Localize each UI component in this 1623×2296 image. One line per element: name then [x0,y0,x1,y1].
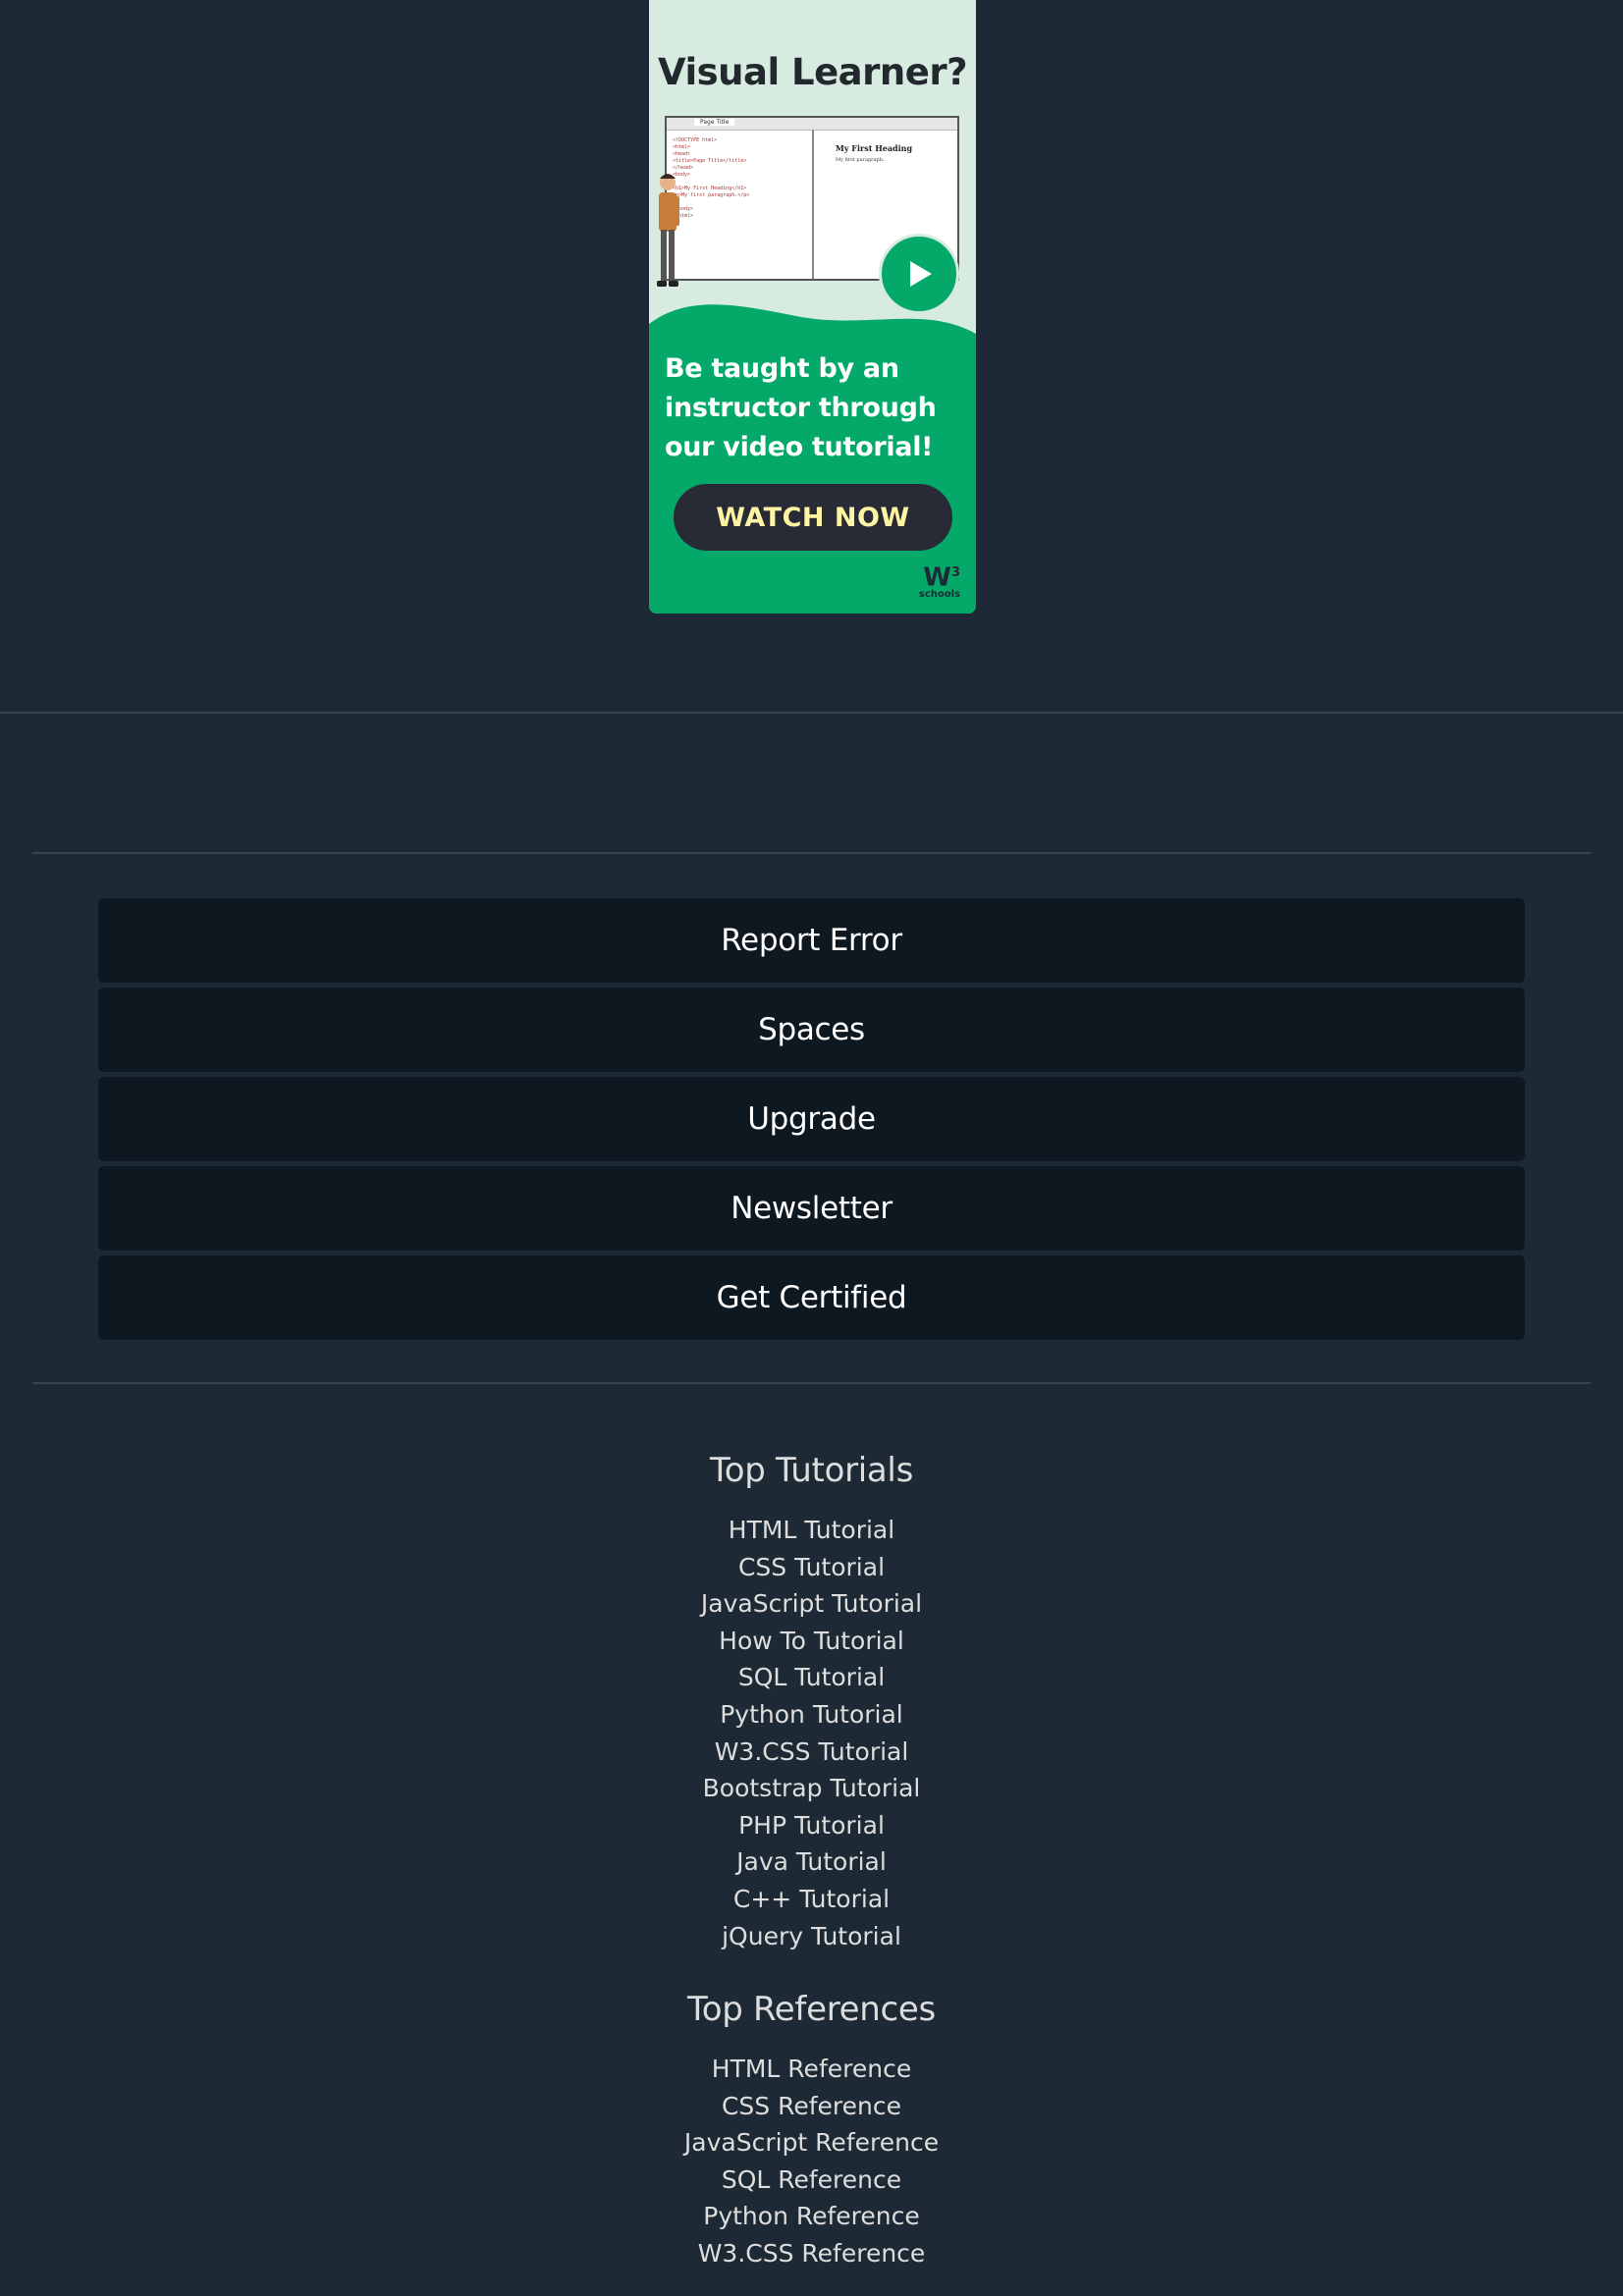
divider [32,1382,1591,1384]
reference-link[interactable]: W3.CSS Reference [0,2235,1623,2272]
tutorial-link[interactable]: Bootstrap Tutorial [0,1770,1623,1807]
play-triangle-icon [910,261,932,287]
divider [32,852,1591,854]
logo-text: schools [918,589,960,600]
tutorial-link[interactable]: SQL Tutorial [0,1659,1623,1696]
ad-body-text: Be taught by an instructor through our v… [665,349,959,467]
code-line: </body> [673,206,694,212]
tutorial-link[interactable]: C++ Tutorial [0,1881,1623,1918]
code-line: <h1>My First Heading</h1> [673,186,747,191]
instructor-illustration-icon [657,174,679,287]
code-line: <body> [673,172,691,178]
top-tutorials-heading: Top Tutorials [710,1451,913,1490]
tutorial-link[interactable]: jQuery Tutorial [0,1918,1623,1955]
ad-window-paragraph: My first paragraph. [836,157,885,163]
newsletter-button[interactable]: Newsletter [98,1166,1525,1251]
ad-window-code: <!DOCTYPE html> <html> <head> <title>Pag… [673,137,810,220]
code-line: <p>My first paragraph.</p> [673,192,750,198]
reference-link[interactable]: SQL Reference [0,2162,1623,2199]
top-tutorials-list: HTML Tutorial CSS Tutorial JavaScript Tu… [0,1512,1623,1954]
top-references-section: Top References HTML Reference CSS Refere… [0,1990,1623,2272]
code-line: <!DOCTYPE html> [673,137,718,143]
ad-title: Visual Learner? [657,51,968,93]
get-certified-button[interactable]: Get Certified [98,1255,1525,1340]
tutorial-link[interactable]: Python Tutorial [0,1696,1623,1734]
watch-now-button[interactable]: WATCH NOW [674,484,952,551]
page: Visual Learner? Page Title <!DOCTYPE htm… [0,0,1623,2296]
w3schools-logo: W3 schools [919,561,960,600]
code-line: <head> [673,151,691,157]
tutorial-link[interactable]: How To Tutorial [0,1623,1623,1660]
top-references-heading: Top References [687,1990,936,2029]
tutorial-link[interactable]: Java Tutorial [0,1843,1623,1881]
code-line: <title>Page Title</title> [673,158,747,164]
ad-body-line: our video tutorial! [665,432,934,462]
ad-body-line: instructor through [665,393,937,423]
top-tutorials-section: Top Tutorials HTML Tutorial CSS Tutorial… [0,1451,1623,1954]
divider [0,712,1623,714]
upgrade-button[interactable]: Upgrade [98,1077,1525,1161]
ad-window-heading: My First Heading [836,143,913,153]
reference-link[interactable]: CSS Reference [0,2088,1623,2125]
tutorial-link[interactable]: HTML Tutorial [0,1512,1623,1549]
top-references-list: HTML Reference CSS Reference JavaScript … [0,2051,1623,2272]
tutorial-link[interactable]: W3.CSS Tutorial [0,1734,1623,1771]
reference-link[interactable]: HTML Reference [0,2051,1623,2088]
tutorial-link[interactable]: CSS Tutorial [0,1549,1623,1586]
code-line: </html> [673,213,694,219]
code-line: <html> [673,144,691,150]
video-tutorial-ad[interactable]: Visual Learner? Page Title <!DOCTYPE htm… [649,0,976,614]
code-line: </head> [673,165,694,171]
reference-link[interactable]: Python Reference [0,2198,1623,2235]
report-error-button[interactable]: Report Error [98,898,1525,983]
ad-body-line: Be taught by an [665,353,899,384]
tutorial-link[interactable]: JavaScript Tutorial [0,1585,1623,1623]
ad-window-tab: Page Title [694,119,735,126]
spaces-button[interactable]: Spaces [98,988,1525,1072]
logo-mark: W3 [919,561,960,591]
footer-button-list: Report Error Spaces Upgrade Newsletter G… [98,898,1525,1345]
reference-link[interactable]: JavaScript Reference [0,2124,1623,2162]
logo-mark-sup: 3 [950,565,960,581]
ad-window-divider [812,130,814,279]
play-icon[interactable] [879,234,959,314]
tutorial-link[interactable]: PHP Tutorial [0,1807,1623,1844]
